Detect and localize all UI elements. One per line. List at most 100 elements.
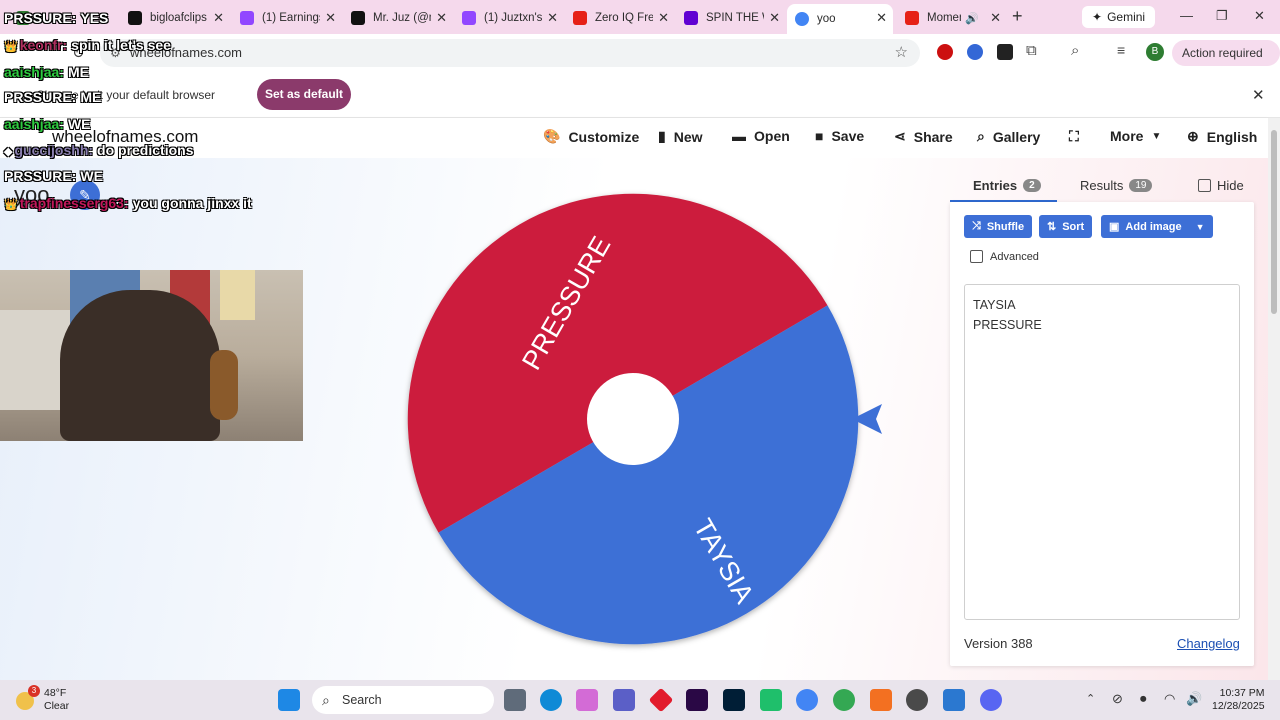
profile-avatar[interactable]: B: [1146, 43, 1164, 61]
globe-icon: ⊕: [1187, 128, 1199, 144]
opera-extension-icon[interactable]: [937, 44, 953, 60]
action-required-button[interactable]: Action required ⋮: [1172, 40, 1280, 86]
network-icon[interactable]: ⊘: [1112, 691, 1123, 707]
browser-tab[interactable]: Zero IQ Fre ✕: [565, 4, 675, 32]
extension-icon[interactable]: [997, 44, 1013, 60]
copilot-icon[interactable]: [576, 689, 598, 711]
entries-textarea[interactable]: TAYSIA PRESSURE: [964, 284, 1240, 620]
extension-icon[interactable]: [967, 44, 983, 60]
share-button[interactable]: ⋖ Share: [894, 128, 953, 145]
fullscreen-button[interactable]: ⛶: [1069, 128, 1079, 145]
browser-tab[interactable]: Mr. Juz (@m ✕: [343, 4, 453, 32]
advanced-checkbox[interactable]: [970, 250, 983, 263]
app-icon[interactable]: [648, 687, 674, 713]
chat-username: PRSSURE:: [4, 168, 77, 184]
gallery-button[interactable]: ⌕ Gallery: [977, 128, 1040, 145]
browser-tab-active[interactable]: yoo ✕: [787, 4, 893, 34]
browser-tab[interactable]: Momen 🔊 ✕: [897, 4, 1007, 32]
taskbar-search[interactable]: ⌕ Search: [312, 686, 494, 714]
navigation-bar: ↻ ⚙ wheelofnames.com ☆ ⧉ ⌕ ≡ B Action re…: [0, 34, 1280, 86]
new-tab-icon[interactable]: +: [1012, 6, 1023, 27]
save-button[interactable]: ■ Save: [815, 128, 864, 144]
windows-start-icon[interactable]: [278, 689, 300, 711]
sort-button[interactable]: ⇅ Sort: [1039, 215, 1093, 238]
set-as-default-button[interactable]: Set as default: [257, 79, 351, 110]
chat-username: aaishjaa:: [4, 116, 64, 132]
photoshop-icon[interactable]: [723, 689, 745, 711]
task-view-icon[interactable]: [504, 689, 526, 711]
changelog-link[interactable]: Changelog: [1177, 636, 1240, 651]
google-icon: [795, 12, 809, 26]
new-button[interactable]: ▮ New: [658, 128, 703, 145]
guitar-image: [210, 350, 238, 420]
shuffle-button[interactable]: ⤨ Shuffle: [964, 215, 1033, 238]
advanced-toggle[interactable]: Advanced: [970, 250, 1039, 263]
close-tab-icon[interactable]: ✕: [547, 10, 558, 26]
wheel[interactable]: PRESSURE TAYSIA: [400, 188, 890, 658]
version-label: Version 388: [964, 636, 1033, 651]
gemini-button[interactable]: ✦ Gemini: [1082, 6, 1156, 28]
discord-icon[interactable]: [980, 689, 1002, 711]
browser-tab[interactable]: (1) Juztxn's ✕: [454, 4, 564, 32]
weather-badge: 3: [28, 685, 40, 697]
app-icon[interactable]: [870, 689, 892, 711]
tab-entries[interactable]: Entries 2: [973, 178, 1041, 193]
address-bar[interactable]: ⚙ wheelofnames.com ☆: [100, 39, 920, 67]
customize-button[interactable]: 🎨 Customize: [543, 128, 639, 145]
tab-title: Mr. Juz (@m: [373, 12, 431, 24]
scrollbar-thumb[interactable]: [1271, 130, 1277, 314]
tab-title: (1) Earnings: [262, 12, 320, 24]
hide-panel-toggle[interactable]: Hide: [1198, 178, 1244, 193]
microphone-icon[interactable]: ⏺: [1140, 691, 1147, 707]
open-button[interactable]: ▬ Open: [732, 128, 790, 144]
browser-tab[interactable]: SPIN THE W ✕: [676, 4, 786, 32]
close-tab-icon[interactable]: ✕: [658, 10, 669, 26]
volume-icon[interactable]: 🔊: [1186, 691, 1202, 707]
page-scrollbar[interactable]: [1268, 118, 1280, 680]
extensions-puzzle-icon[interactable]: ⧉: [1026, 42, 1037, 59]
browser-tab[interactable]: (1) Earnings ✕: [232, 4, 342, 32]
close-tab-icon[interactable]: ✕: [990, 10, 1001, 26]
chrome-icon[interactable]: [833, 689, 855, 711]
wheel-center[interactable]: [587, 373, 679, 465]
minimize-icon[interactable]: —: [1180, 8, 1193, 23]
close-tab-icon[interactable]: ✕: [213, 10, 224, 26]
app-icon[interactable]: [943, 689, 965, 711]
teams-icon[interactable]: [613, 689, 635, 711]
add-image-button[interactable]: ▣ Add image ▼: [1101, 215, 1213, 238]
tab-label: Results: [1080, 178, 1124, 193]
tab-results[interactable]: Results 19: [1080, 178, 1153, 193]
restore-icon[interactable]: ❐: [1216, 8, 1228, 24]
weather-text[interactable]: 48°F Clear: [44, 687, 69, 713]
hide-label: Hide: [1217, 178, 1244, 193]
premiere-icon[interactable]: [686, 689, 708, 711]
chat-badge-icon: 👑: [4, 41, 18, 53]
weather-widget[interactable]: 3: [12, 685, 40, 712]
language-button[interactable]: ⊕ English: [1187, 128, 1257, 145]
wifi-icon[interactable]: ◠: [1164, 691, 1175, 707]
streamer-image: [60, 290, 220, 441]
close-tab-icon[interactable]: ✕: [769, 10, 780, 26]
chat-badge-icon: ◆: [4, 146, 13, 158]
close-tab-icon[interactable]: ✕: [876, 10, 887, 26]
chrome-icon[interactable]: [796, 689, 818, 711]
close-tab-icon[interactable]: ✕: [325, 10, 336, 26]
chat-text: do predictions: [97, 142, 194, 158]
bookmark-star-icon[interactable]: ☆: [895, 39, 908, 67]
chevron-up-icon[interactable]: ⌃: [1086, 692, 1095, 705]
chat-text: ME: [80, 89, 102, 105]
app-icon[interactable]: [760, 689, 782, 711]
clock[interactable]: 10:37 PM 12/28/2025: [1212, 687, 1265, 713]
tab-search-icon[interactable]: ⌕: [1071, 42, 1079, 59]
tiktok-icon: [351, 11, 365, 25]
more-button[interactable]: More ▼: [1110, 128, 1161, 144]
audio-playing-icon[interactable]: 🔊: [965, 12, 979, 25]
media-control-icon[interactable]: ≡: [1117, 42, 1125, 58]
close-window-icon[interactable]: ✕: [1254, 8, 1265, 24]
close-tab-icon[interactable]: ✕: [436, 10, 447, 26]
browser-tab[interactable]: bigloafclips ✕: [120, 4, 230, 32]
edge-icon[interactable]: [540, 689, 562, 711]
hide-checkbox[interactable]: [1198, 179, 1211, 192]
close-infobar-icon[interactable]: ✕: [1252, 86, 1265, 104]
app-icon[interactable]: [906, 689, 928, 711]
